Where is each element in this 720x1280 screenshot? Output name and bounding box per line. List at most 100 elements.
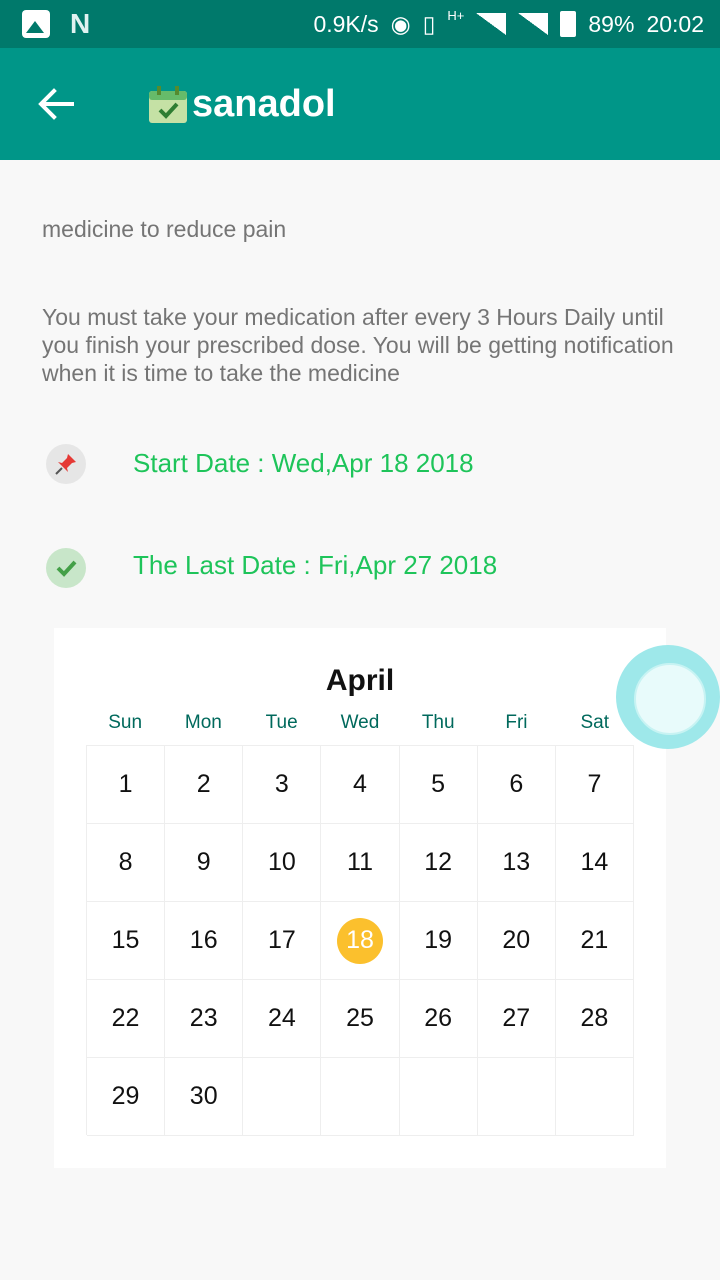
calendar-day[interactable]: 22 (87, 980, 166, 1058)
calendar-check-icon (149, 86, 187, 123)
check-icon (46, 548, 86, 588)
calendar-day[interactable]: 30 (165, 1058, 244, 1136)
day-number: 4 (353, 770, 367, 798)
calendar-day[interactable]: 27 (477, 980, 556, 1058)
weekday-header: Sun Mon Tue Wed Thu Fri Sat (86, 712, 634, 734)
calendar-day[interactable]: 18 (321, 902, 400, 980)
day-number: 17 (267, 926, 296, 954)
calendar-day[interactable]: 24 (243, 980, 322, 1058)
last-date: The Last Date : Fri,Apr 27 2018 (133, 550, 498, 580)
clock: 20:02 (646, 10, 704, 37)
day-number: 13 (502, 848, 531, 876)
calendar-day[interactable]: 4 (321, 746, 400, 824)
day-number: 30 (189, 1082, 218, 1110)
calendar-day[interactable]: 25 (321, 980, 400, 1058)
calendar-day[interactable]: 17 (243, 902, 322, 980)
calendar-month: April (325, 664, 395, 697)
day-number: 28 (580, 1004, 609, 1032)
calendar-day[interactable]: 16 (165, 902, 244, 980)
battery-level: 89% (588, 10, 635, 37)
day-number: 20 (502, 926, 531, 954)
calendar-day[interactable]: 13 (477, 824, 556, 902)
weekday-fri: Fri (505, 712, 528, 733)
day-number: 11 (347, 848, 373, 876)
weekday-sun: Sun (108, 712, 143, 733)
day-number: 2 (196, 770, 211, 798)
hotspot-icon: ◉ (390, 10, 411, 37)
calendar-day[interactable]: 19 (399, 902, 478, 980)
calendar-day[interactable]: 21 (555, 902, 634, 980)
calendar-day[interactable]: 1 (87, 746, 166, 824)
day-number: 25 (346, 1004, 374, 1032)
day-number: 26 (424, 1004, 453, 1032)
day-number: 24 (267, 1004, 296, 1032)
day-number: 18 (346, 926, 374, 954)
battery-icon (560, 11, 577, 37)
calendar-empty-cell (321, 1058, 400, 1136)
day-number: 29 (111, 1082, 140, 1110)
arrow-left-icon (38, 88, 74, 120)
network-speed: 0.9K/s (313, 10, 379, 37)
calendar-day[interactable]: 6 (477, 746, 556, 824)
calendar-empty-cell (399, 1058, 478, 1136)
calendar-day[interactable]: 9 (165, 824, 244, 902)
calendar-grid: 1 2 3 4 5 6 7 8 9 10 11 12 13 14 15 16 17 18 19 20 21 22 23 24 2… (86, 745, 634, 1136)
calendar-day[interactable]: 7 (555, 746, 634, 824)
day-number: 6 (509, 770, 524, 798)
app-title: sanadol (192, 83, 336, 125)
start-date: Start Date : Wed,Apr 18 2018 (133, 448, 474, 478)
calendar-empty-cell (243, 1058, 322, 1136)
network-type: H+ (447, 8, 465, 23)
vibrate-icon: ▯ (422, 10, 436, 37)
weekday-tue: Tue (265, 712, 298, 733)
signal-icon (476, 13, 507, 35)
medication-instructions: You must take your medication after ever… (42, 304, 674, 386)
day-number: 27 (502, 1004, 531, 1032)
calendar-day[interactable]: 12 (399, 824, 478, 902)
calendar-day[interactable]: 11 (321, 824, 400, 902)
calendar-day[interactable]: 15 (87, 902, 166, 980)
calendar-day[interactable]: 14 (555, 824, 634, 902)
day-number: 10 (267, 848, 296, 876)
day-number: 14 (580, 848, 609, 876)
calendar-day[interactable]: 8 (87, 824, 166, 902)
day-number: 9 (196, 848, 211, 876)
day-number: 3 (274, 770, 289, 798)
calendar-day[interactable]: 5 (399, 746, 478, 824)
day-number: 12 (424, 848, 453, 876)
calendar-day[interactable]: 29 (87, 1058, 166, 1136)
last-date-row: The Last Date : Fri,Apr 27 2018 (46, 548, 497, 588)
day-number: 15 (111, 926, 140, 954)
day-number: 23 (189, 1004, 218, 1032)
day-number: 7 (587, 770, 602, 798)
back-button[interactable] (32, 82, 80, 126)
status-bar: N 0.9K/s ◉ ▯ H+ 89% 20:02 (0, 0, 720, 48)
weekday-thu: Thu (421, 712, 455, 733)
day-number: 5 (431, 770, 446, 798)
floating-touch-button[interactable] (616, 645, 720, 749)
calendar-empty-cell (477, 1058, 556, 1136)
day-number: 8 (118, 848, 133, 876)
calendar-empty-cell (555, 1058, 634, 1136)
calendar-day[interactable]: 26 (399, 980, 478, 1058)
calendar-day[interactable]: 28 (555, 980, 634, 1058)
calendar-day[interactable]: 23 (165, 980, 244, 1058)
day-number: 21 (580, 926, 609, 954)
medicine-description: medicine to reduce pain (42, 216, 287, 242)
calendar-day[interactable]: 20 (477, 902, 556, 980)
day-number: 22 (111, 1004, 140, 1032)
image-notification-icon (22, 10, 50, 38)
day-number: 1 (118, 770, 133, 798)
calendar-day[interactable]: 2 (165, 746, 244, 824)
day-number: 19 (424, 926, 453, 954)
app-bar: sanadol (0, 48, 720, 160)
calendar-day[interactable]: 3 (243, 746, 322, 824)
weekday-wed: Wed (340, 712, 380, 733)
day-number: 16 (189, 926, 218, 954)
pushpin-icon (46, 444, 86, 484)
signal-icon-2 (518, 13, 549, 35)
start-date-row: Start Date : Wed,Apr 18 2018 (46, 444, 474, 484)
calendar-day[interactable]: 10 (243, 824, 322, 902)
n-notification-icon: N (70, 8, 91, 39)
weekday-mon: Mon (184, 712, 222, 733)
